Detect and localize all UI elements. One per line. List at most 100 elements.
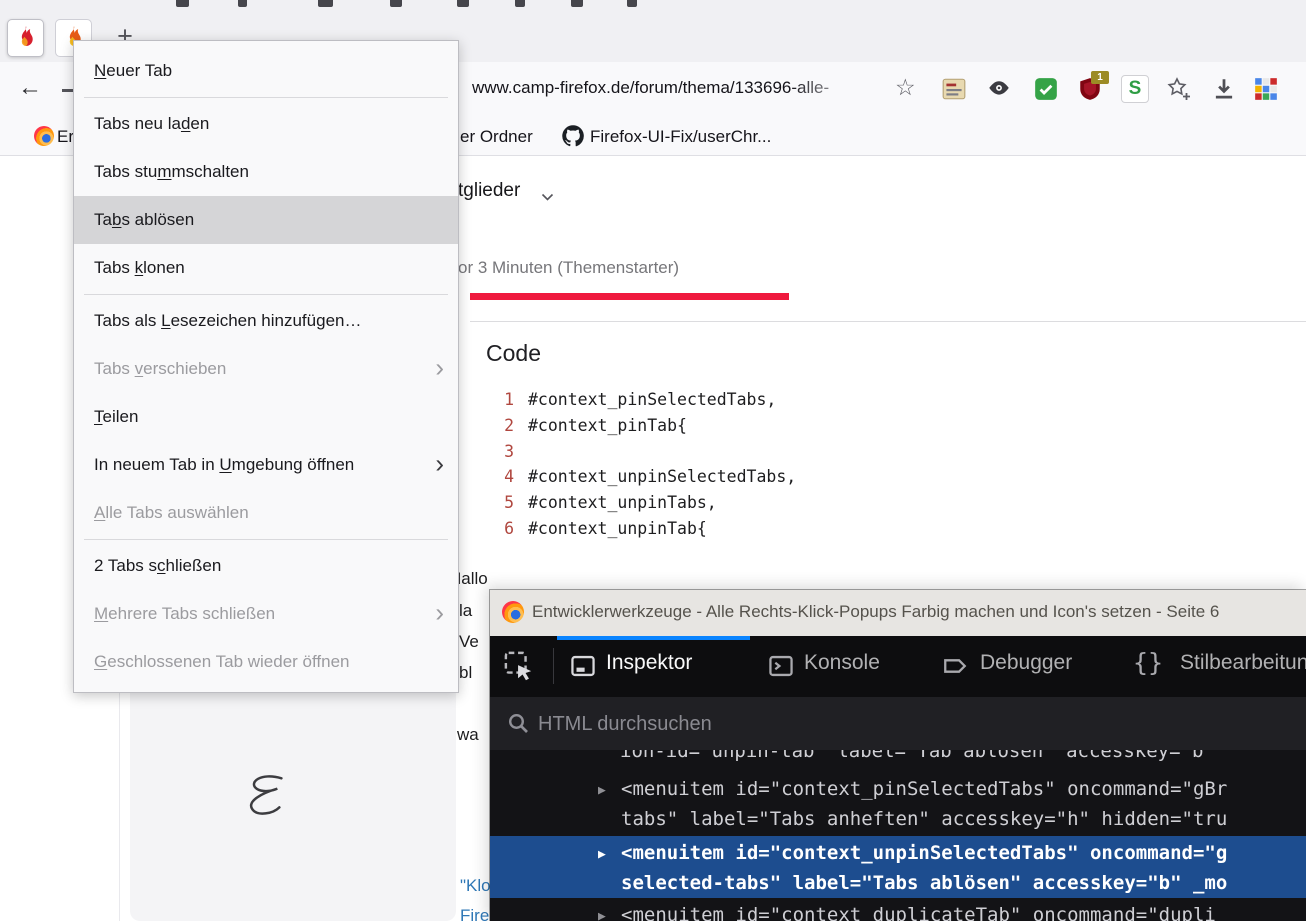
downloads-button[interactable]	[1210, 75, 1238, 103]
devtools-search-bar	[490, 697, 1306, 751]
extension-icon-star-add[interactable]	[1165, 75, 1193, 103]
menu-item-mehrere-tabs-schliessen: Mehrere Tabs schließen›	[74, 590, 458, 638]
menu-item-alle-tabs-auswaehlen: Alle Tabs auswählen	[74, 489, 458, 537]
braces-icon: {}	[1133, 648, 1163, 677]
post-text-fragment: la	[459, 601, 472, 621]
camp-firefox-flame-icon	[14, 24, 38, 53]
menu-item-tabs-abloesen[interactable]: Tabs ablösen	[74, 196, 458, 244]
tab-label: Inspektor	[606, 651, 692, 675]
extension-icon-stylus[interactable]: S	[1121, 75, 1149, 103]
markup-partial-line[interactable]: ion-id="unpin-tab" label="Tab ablösen" a…	[620, 750, 1215, 762]
forum-nav-fragment[interactable]: tglieder	[458, 180, 520, 202]
markup-node-row-selected[interactable]: ▶ <menuitem id="context_unpinSelectedTab…	[490, 836, 1306, 898]
color-grid-icon	[1253, 76, 1279, 102]
extension-icon-grid[interactable]	[1252, 75, 1280, 103]
submenu-chevron-icon: ›	[435, 450, 444, 476]
console-icon	[768, 653, 794, 684]
submenu-chevron-icon: ›	[435, 599, 444, 625]
expand-arrow-icon[interactable]: ▶	[598, 847, 606, 862]
code-block: 1#context_pinSelectedTabs, 2#context_pin…	[486, 387, 796, 542]
menu-item-label: Tabs stummschalten	[94, 162, 249, 182]
code-block-heading: Code	[486, 340, 541, 367]
extension-icon-privacy[interactable]	[985, 75, 1013, 103]
browser-tab-pinned-1[interactable]	[7, 19, 44, 57]
submenu-chevron-icon: ›	[435, 354, 444, 380]
code-line: 3	[486, 439, 796, 465]
horizontal-rule	[470, 321, 1306, 322]
extension-icon-checkmark[interactable]	[1032, 75, 1060, 103]
code-line-text: #context_unpinSelectedTabs,	[528, 464, 796, 490]
menu-item-label: Geschlossenen Tab wieder öffnen	[94, 652, 350, 672]
markup-line: selected-tabs" label="Tabs ablösen" acce…	[621, 872, 1227, 894]
code-line-number: 6	[486, 516, 514, 542]
post-text-fragment: bl	[459, 663, 472, 683]
markup-node-row[interactable]: <menuitem id="context_duplicateTab" onco…	[621, 904, 1216, 921]
back-button[interactable]: ←	[18, 74, 42, 102]
post-text-fragment: Ve	[459, 632, 479, 652]
post-link-fragment[interactable]: Fire	[460, 906, 489, 921]
pick-element-button[interactable]	[504, 651, 534, 686]
extension-icon-ublock[interactable]: 1	[1076, 75, 1104, 103]
menu-item-label: Tabs ablösen	[94, 210, 194, 230]
menu-item-label: Alle Tabs auswählen	[94, 503, 249, 523]
extension-icon-userscript[interactable]	[940, 75, 968, 103]
post-meta-fragment: or 3 Minuten (Themenstarter)	[458, 258, 679, 278]
toolbar-separator	[553, 648, 554, 684]
post-link-fragment[interactable]: "Klo	[460, 876, 491, 896]
menu-item-2-tabs-schliessen[interactable]: 2 Tabs schließen	[74, 542, 458, 590]
bookmark-star-icon[interactable]: ☆	[895, 74, 916, 101]
code-line: 4#context_unpinSelectedTabs,	[486, 464, 796, 490]
code-line-text: #context_unpinTab{	[528, 516, 707, 542]
cropped-glyph	[457, 0, 469, 7]
menu-item-label: In neuem Tab in Umgebung öffnen	[94, 455, 354, 475]
firefox-logo-icon	[502, 601, 524, 623]
menu-item-label: Tabs klonen	[94, 258, 185, 278]
devtools-window-title: Entwicklerwerkzeuge - Alle Rechts-Klick-…	[532, 602, 1292, 622]
bookmark-item[interactable]: Er	[57, 127, 74, 147]
menu-item-in-umgebung-oeffnen[interactable]: In neuem Tab in Umgebung öffnen ›	[74, 441, 458, 489]
menu-item-teilen[interactable]: Teilen	[74, 393, 458, 441]
expand-arrow-icon[interactable]: ▶	[598, 909, 606, 921]
menu-item-label: Tabs neu laden	[94, 114, 209, 134]
menu-item-label: 2 Tabs schließen	[94, 556, 221, 576]
search-icon	[506, 711, 530, 740]
code-line: 6 #context_unpinTab{	[486, 516, 796, 542]
bookmark-folder-item[interactable]: er Ordner	[460, 127, 533, 147]
cropped-glyph	[390, 0, 402, 7]
expand-arrow-icon[interactable]: ▶	[598, 783, 606, 798]
cropped-glyph	[176, 0, 189, 7]
screen: + ← www.camp-firefox.de/forum/thema/1336…	[0, 0, 1306, 921]
bookmark-item-github[interactable]: Firefox-UI-Fix/userChr...	[590, 127, 771, 147]
menu-item-tabs-stummschalten[interactable]: Tabs stummschalten	[74, 148, 458, 196]
code-line-text: #context_pinTab{	[528, 413, 687, 439]
star-plus-icon	[1166, 76, 1192, 102]
firefox-logo-icon	[34, 126, 54, 146]
menu-separator	[84, 539, 448, 540]
topic-red-bar	[470, 293, 789, 300]
menu-item-tabs-als-lesezeichen[interactable]: Tabs als Lesezeichen hinzufügen…	[74, 297, 458, 345]
devtools-window: Entwicklerwerkzeuge - Alle Rechts-Klick-…	[490, 590, 1306, 921]
inspector-icon	[570, 653, 596, 684]
menu-item-label: Neuer Tab	[94, 61, 172, 81]
markup-view[interactable]: ion-id="unpin-tab" label="Tab ablösen" a…	[490, 750, 1306, 921]
back-arrow-icon: ←	[18, 74, 42, 101]
code-line-number: 1	[486, 387, 514, 413]
menu-item-neuer-tab[interactable]: Neuer Tab	[74, 47, 458, 95]
menu-separator	[84, 294, 448, 295]
tab-context-menu: Neuer Tab Tabs neu laden Tabs stummschal…	[73, 40, 459, 693]
markup-node-row[interactable]: <menuitem id="context_pinSelectedTabs" o…	[621, 778, 1227, 800]
cropped-glyph	[238, 0, 247, 7]
card-icon	[941, 76, 967, 102]
code-line: 5 #context_unpinTabs,	[486, 490, 796, 516]
tab-label: Debugger	[980, 651, 1072, 675]
html-search-input[interactable]	[536, 697, 1296, 752]
markup-node-row[interactable]: tabs" label="Tabs anheften" accesskey="h…	[621, 808, 1227, 830]
ublock-badge: 1	[1091, 71, 1109, 84]
menu-item-tabs-neu-laden[interactable]: Tabs neu laden	[74, 100, 458, 148]
cropped-glyph	[627, 0, 637, 7]
url-bar[interactable]: www.camp-firefox.de/forum/thema/133696-a…	[472, 78, 829, 98]
code-line-text: #context_unpinTabs,	[528, 490, 717, 516]
code-line-number: 5	[486, 490, 514, 516]
menu-item-tabs-klonen[interactable]: Tabs klonen	[74, 244, 458, 292]
github-logo-icon	[562, 125, 584, 152]
